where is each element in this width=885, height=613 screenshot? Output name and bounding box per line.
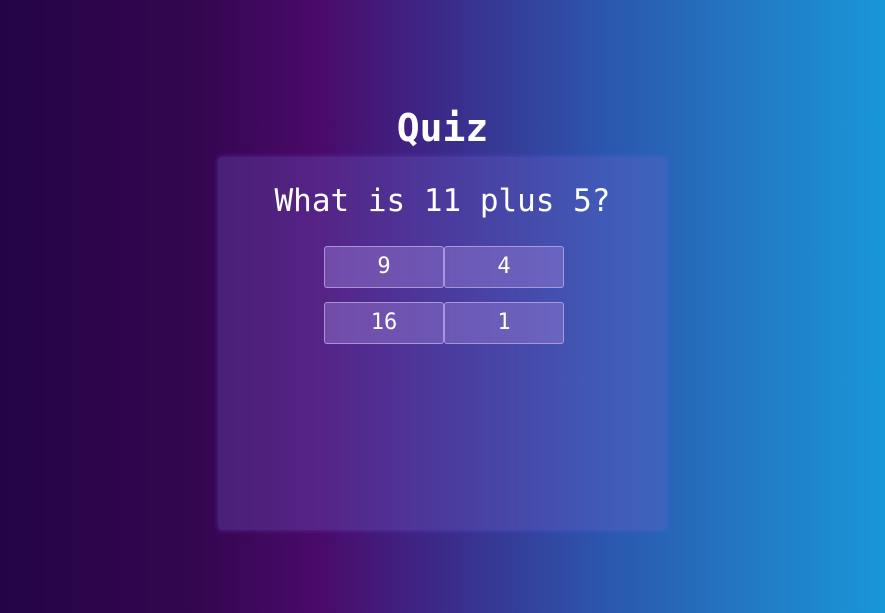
answer-grid: 9 4 16 1: [324, 246, 564, 344]
answer-button-3[interactable]: 16: [324, 302, 444, 344]
quiz-card: What is 11 plus 5? 9 4 16 1: [218, 157, 667, 530]
page-title: Quiz: [396, 106, 489, 151]
answer-button-1[interactable]: 9: [324, 246, 444, 288]
question-text: What is 11 plus 5?: [274, 183, 611, 219]
answer-button-4[interactable]: 1: [444, 302, 564, 344]
answer-button-2[interactable]: 4: [444, 246, 564, 288]
